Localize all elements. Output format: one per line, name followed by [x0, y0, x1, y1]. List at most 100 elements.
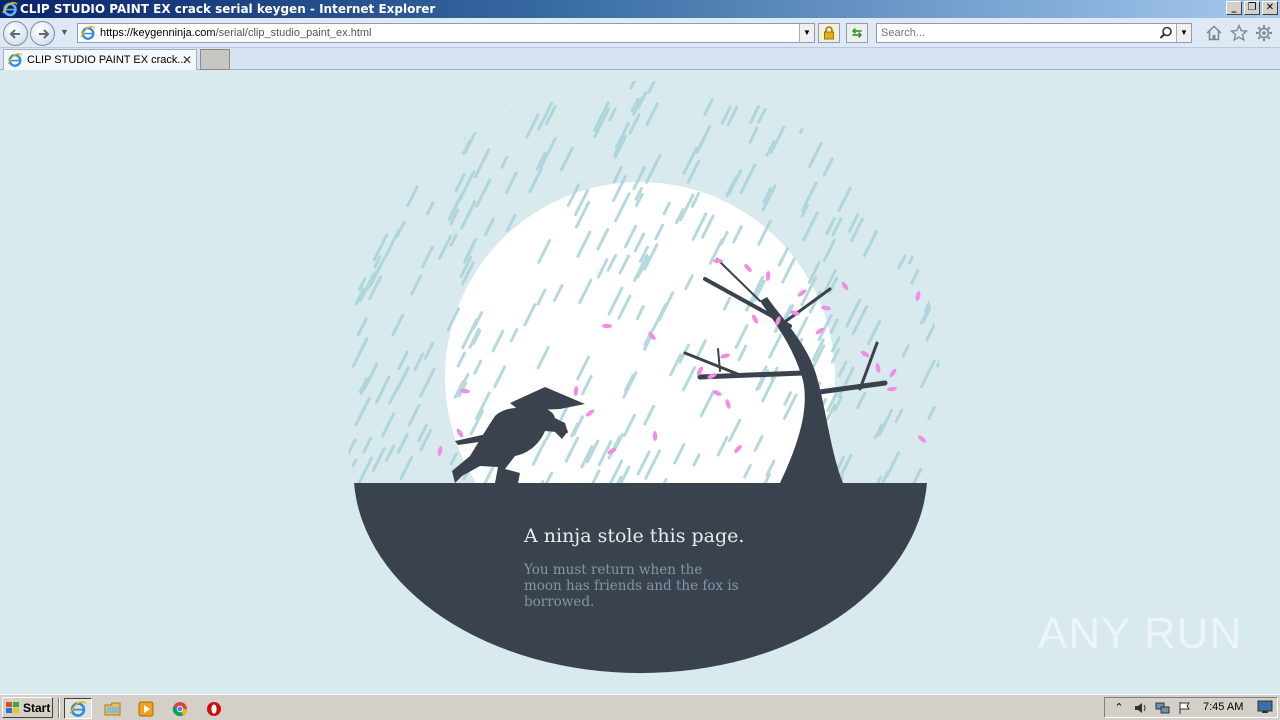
- rain-streak: [836, 455, 846, 471]
- opera-icon: [207, 701, 221, 716]
- rain-streak: [944, 175, 956, 199]
- start-button[interactable]: Start: [2, 697, 53, 718]
- address-dropdown-icon[interactable]: ▼: [799, 24, 814, 42]
- search-icon[interactable]: [1159, 26, 1173, 40]
- search-dropdown-icon[interactable]: ▼: [1176, 24, 1191, 42]
- rain-streak: [327, 226, 336, 244]
- rain-streak: [928, 292, 939, 311]
- rain-streak: [839, 95, 848, 109]
- rain-streak: [920, 180, 929, 195]
- url-text[interactable]: https://keygenninja.com/serial/clip_stud…: [100, 27, 372, 39]
- rain-streak: [410, 274, 423, 296]
- rain-streak: [297, 331, 303, 343]
- rain-streak: [407, 403, 421, 428]
- forward-button[interactable]: [30, 21, 55, 46]
- rain-streak: [877, 408, 894, 437]
- lock-icon: [824, 26, 834, 40]
- rain-streak: [460, 90, 473, 111]
- tab-current[interactable]: CLIP STUDIO PAINT EX crack... ✕: [3, 49, 197, 70]
- rain-streak: [645, 153, 662, 184]
- rain-streak: [389, 171, 402, 194]
- volume-icon[interactable]: [1133, 700, 1149, 716]
- minimize-button[interactable]: _: [1226, 1, 1242, 15]
- tab-strip: CLIP STUDIO PAINT EX crack... ✕: [0, 48, 1280, 70]
- media-player-taskbar-button[interactable]: [132, 698, 160, 719]
- rain-streak: [371, 207, 381, 223]
- rain-streak: [303, 401, 312, 419]
- rain-streak: [380, 81, 396, 102]
- rain-streak: [958, 321, 964, 334]
- rain-streak: [885, 451, 901, 478]
- ie-taskbar-button[interactable]: [64, 698, 92, 719]
- folder-icon: [104, 702, 121, 715]
- rain-streak: [358, 277, 367, 291]
- refresh-icon: ⇆: [851, 26, 863, 40]
- rain-streak: [449, 452, 458, 466]
- search-box[interactable]: ▼: [876, 23, 1192, 43]
- rain-streak: [291, 157, 302, 178]
- rain-streak: [354, 396, 371, 427]
- rain-streak: [475, 178, 492, 208]
- opera-taskbar-button[interactable]: [200, 698, 228, 719]
- rain-streak: [822, 157, 834, 177]
- rain-streak: [291, 276, 300, 294]
- rain-streak: [629, 81, 640, 90]
- rain-streak: [352, 157, 362, 174]
- lock-button[interactable]: [818, 23, 840, 43]
- chrome-taskbar-button[interactable]: [166, 698, 194, 719]
- rain-streak: [982, 265, 987, 275]
- rain-streak: [380, 412, 396, 438]
- rain-streak: [425, 201, 435, 216]
- rain-streak: [367, 135, 377, 152]
- rain-streak: [901, 344, 910, 358]
- system-tray: ⌃ 7:45 AM: [1104, 697, 1278, 718]
- rain-streak: [378, 145, 394, 173]
- rain-streak: [938, 83, 940, 112]
- explorer-taskbar-button[interactable]: [99, 698, 127, 719]
- rain-streak: [628, 113, 641, 135]
- rain-streak: [953, 408, 962, 425]
- rain-streak: [818, 81, 830, 100]
- back-button[interactable]: [3, 21, 28, 46]
- rain-streak: [313, 296, 321, 311]
- show-hidden-icons-icon[interactable]: ⌃: [1111, 700, 1127, 716]
- close-tab-icon[interactable]: ✕: [182, 53, 192, 67]
- rain-streak: [362, 362, 379, 391]
- start-label: Start: [23, 700, 51, 715]
- taskbar: Start ⌃ 7:45 AM: [0, 694, 1280, 720]
- address-bar[interactable]: https://keygenninja.com/serial/clip_stud…: [77, 23, 815, 43]
- rain-streak: [488, 81, 501, 91]
- favorites-star-icon[interactable]: [1230, 24, 1248, 42]
- rain-streak: [965, 460, 978, 485]
- network-icon[interactable]: [1155, 700, 1171, 716]
- rain-streak: [966, 257, 973, 270]
- history-dropdown-icon[interactable]: ▼: [60, 27, 69, 37]
- rain-streak: [379, 206, 393, 229]
- home-icon[interactable]: [1205, 24, 1223, 42]
- rain-streak: [612, 166, 623, 184]
- rain-streak: [462, 120, 474, 140]
- refresh-button[interactable]: ⇆: [846, 23, 868, 43]
- rain-streak: [307, 214, 313, 227]
- page-content: A ninja stole this page. You must return…: [0, 71, 1280, 692]
- search-input[interactable]: [877, 27, 1152, 39]
- petal: [889, 368, 897, 378]
- show-desktop-icon[interactable]: [1257, 700, 1273, 714]
- rain-streak: [340, 245, 350, 261]
- rain-streak: [396, 433, 409, 454]
- taskbar-clock[interactable]: 7:45 AM: [1203, 701, 1243, 713]
- rain-streak: [908, 250, 917, 265]
- rain-streak: [391, 313, 405, 337]
- close-window-button[interactable]: ✕: [1262, 1, 1278, 15]
- chrome-icon: [172, 701, 187, 716]
- restore-button[interactable]: ❐: [1244, 1, 1260, 15]
- navigation-bar: ▼ https://keygenninja.com/serial/clip_st…: [0, 18, 1280, 48]
- rain-streak: [936, 471, 940, 483]
- rain-streak: [372, 175, 385, 198]
- rain-streak: [963, 406, 976, 433]
- action-center-flag-icon[interactable]: [1177, 700, 1193, 716]
- ie-logo-icon: [2, 1, 18, 17]
- rain-streak: [341, 162, 352, 179]
- gear-icon[interactable]: [1255, 24, 1273, 42]
- new-tab-button[interactable]: [200, 49, 230, 70]
